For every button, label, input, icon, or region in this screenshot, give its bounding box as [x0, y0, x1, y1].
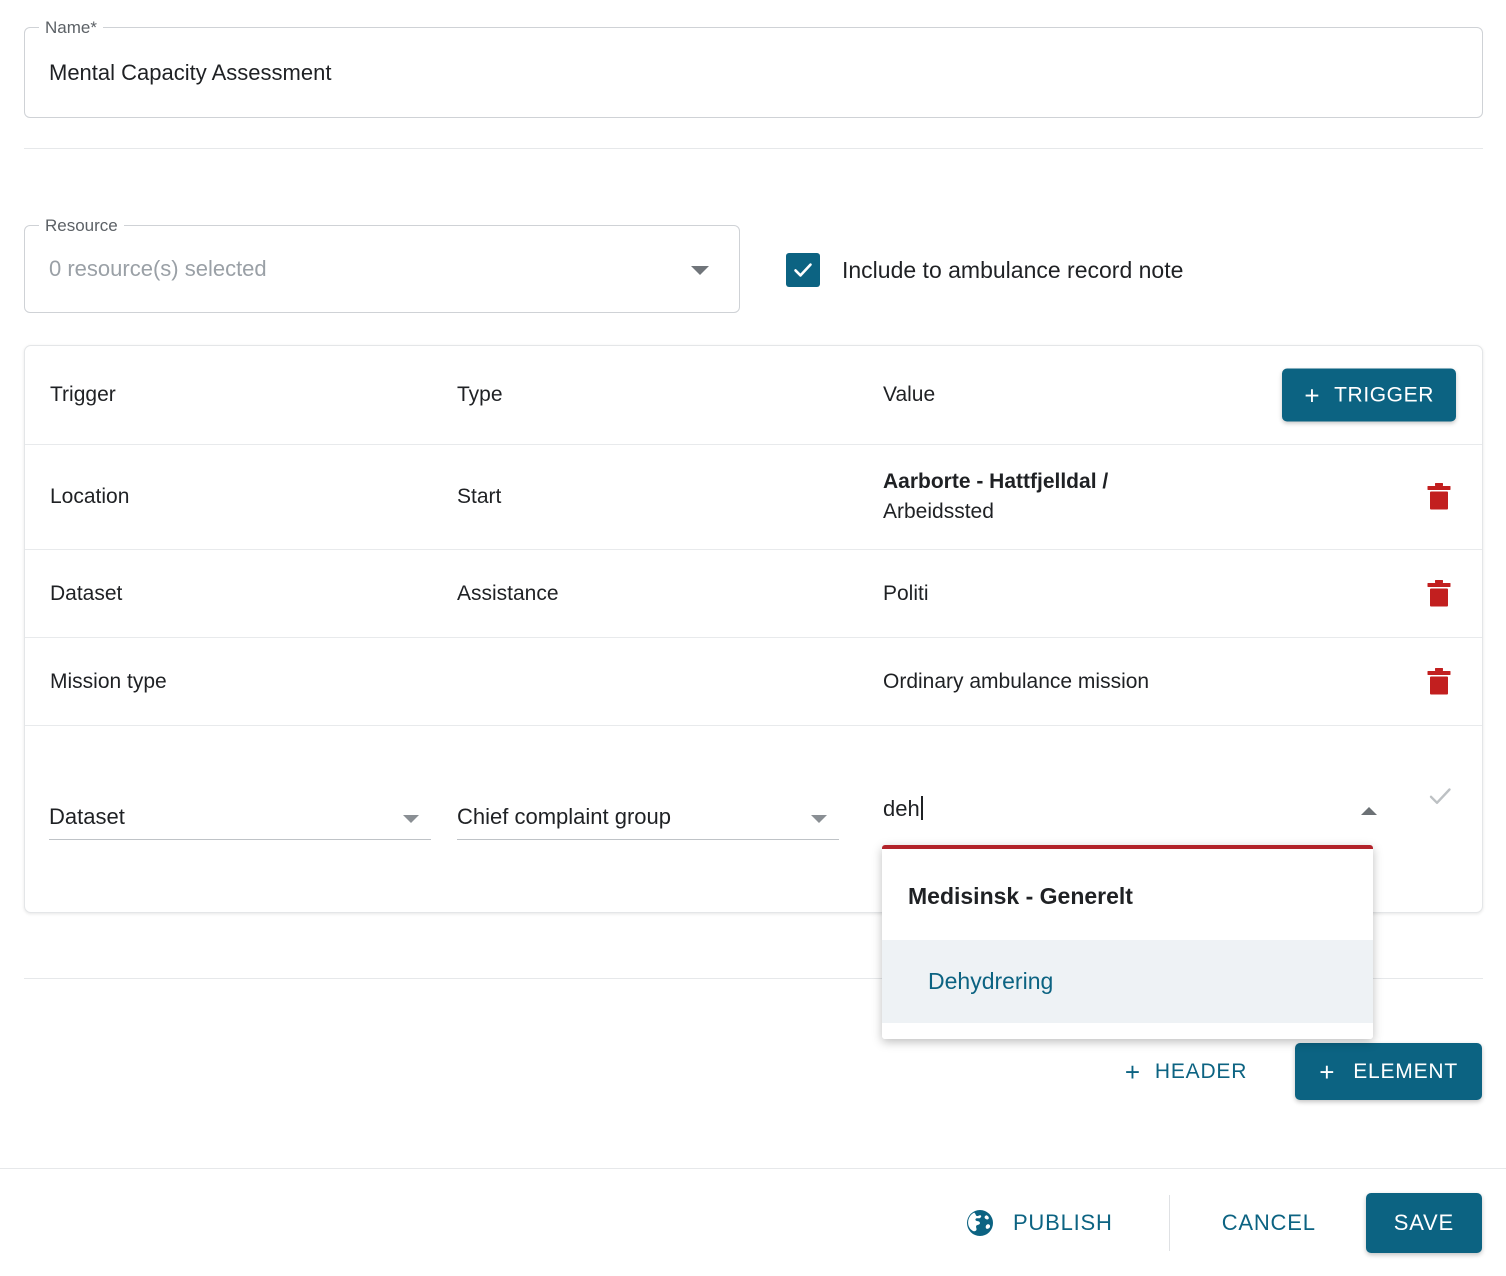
add-element-button[interactable]: + ELEMENT — [1295, 1043, 1482, 1100]
plus-icon: + — [1319, 1056, 1336, 1087]
row-value-dataset: Politi — [883, 581, 929, 605]
chevron-up-icon[interactable] — [1361, 807, 1377, 815]
resource-field-placeholder: 0 resource(s) selected — [49, 256, 267, 281]
add-header-button-label: HEADER — [1154, 1059, 1248, 1083]
dataset-select-label: Dataset — [49, 804, 125, 829]
dataset-select[interactable]: Dataset — [49, 796, 431, 840]
checkbox-label: Include to ambulance record note — [842, 256, 1184, 283]
trigger-table-card: Trigger Type Value + TRIGGER Location St… — [24, 345, 1483, 913]
name-field-value: Mental Capacity Assessment — [49, 59, 332, 85]
chevron-down-icon[interactable] — [403, 815, 419, 823]
plus-icon: + — [1304, 380, 1321, 410]
row-type-start: Start — [457, 485, 502, 508]
add-element-button-label: ELEMENT — [1353, 1059, 1458, 1083]
column-header-trigger: Trigger — [50, 383, 116, 406]
divider-top — [24, 148, 1483, 149]
delete-trigger-button[interactable] — [1426, 482, 1452, 512]
add-trigger-button[interactable]: + TRIGGER — [1282, 368, 1456, 422]
include-to-ambulance-record-note-checkbox[interactable]: Include to ambulance record note — [786, 253, 1183, 287]
add-trigger-button-label: TRIGGER — [1334, 383, 1434, 406]
chevron-down-icon[interactable] — [811, 815, 827, 823]
plus-icon: + — [1124, 1056, 1141, 1087]
column-header-value: Value — [883, 383, 936, 406]
footer-action-bar: PUBLISH CANCEL SAVE — [0, 1169, 1506, 1276]
autocomplete-option-dehydrering[interactable]: Dehydrering — [882, 940, 1373, 1023]
globe-icon — [966, 1209, 993, 1236]
trigger-value-autocomplete[interactable]: deh — [883, 780, 1383, 830]
form-editor-page: Name* Mental Capacity Assessment Resourc… — [0, 0, 1506, 1276]
row-value-location-primary: Aarborte - Hattfjelldal / — [883, 470, 1109, 494]
table-row: Mission type Ordinary ambulance mission — [25, 638, 1482, 726]
check-icon — [1429, 787, 1451, 804]
resource-select[interactable]: Resource 0 resource(s) selected — [24, 216, 740, 313]
row-type-assistance: Assistance — [457, 581, 559, 605]
trigger-value-input-text: deh — [883, 796, 920, 821]
autocomplete-panel-tail — [882, 1023, 1373, 1039]
table-row: Location Start Aarborte - Hattfjelldal /… — [25, 445, 1482, 550]
name-field-legend: Name* — [39, 18, 103, 38]
row-value-location: Aarborte - Hattfjelldal / Arbeidssted — [883, 467, 1108, 527]
autocomplete-group-header: Medisinsk - Generelt — [908, 883, 1133, 909]
check-icon — [794, 263, 812, 277]
delete-trigger-button[interactable] — [1426, 579, 1452, 609]
delete-trigger-button[interactable] — [1426, 667, 1452, 697]
chief-complaint-group-label: Chief complaint group — [457, 804, 672, 829]
table-row: Dataset Assistance Politi — [25, 550, 1482, 638]
resource-field-legend: Resource — [39, 216, 124, 236]
row-trigger-mission-type: Mission type — [50, 669, 167, 693]
publish-button[interactable]: PUBLISH — [945, 1196, 1133, 1250]
confirm-trigger-button[interactable] — [1424, 780, 1456, 812]
publish-button-label: PUBLISH — [1012, 1209, 1113, 1235]
text-cursor — [920, 796, 923, 820]
add-header-button[interactable]: + HEADER — [1103, 1049, 1269, 1095]
element-actions-bar: + HEADER + ELEMENT — [1103, 1043, 1482, 1100]
chief-complaint-group-select[interactable]: Chief complaint group — [457, 796, 839, 840]
footer-separator — [1168, 1194, 1170, 1251]
trash-icon — [1427, 579, 1451, 606]
column-header-type: Type — [457, 383, 503, 406]
chevron-down-icon[interactable] — [691, 266, 709, 275]
row-trigger-dataset: Dataset — [50, 581, 123, 605]
cancel-button[interactable]: CANCEL — [1200, 1198, 1338, 1248]
row-value-location-secondary: Arbeidssted — [883, 500, 994, 523]
save-button[interactable]: SAVE — [1365, 1192, 1482, 1253]
trigger-table-header: Trigger Type Value + TRIGGER — [25, 346, 1482, 445]
checkbox-box[interactable] — [786, 253, 820, 287]
row-trigger-location: Location — [50, 485, 130, 508]
name-field[interactable]: Name* Mental Capacity Assessment — [24, 18, 1483, 118]
trash-icon — [1427, 667, 1451, 694]
trash-icon — [1427, 483, 1451, 510]
trigger-value-input[interactable]: deh — [883, 796, 923, 822]
row-value-mission-type: Ordinary ambulance mission — [883, 669, 1150, 693]
autocomplete-dropdown-panel: Medisinsk - Generelt Dehydrering — [882, 845, 1373, 1039]
